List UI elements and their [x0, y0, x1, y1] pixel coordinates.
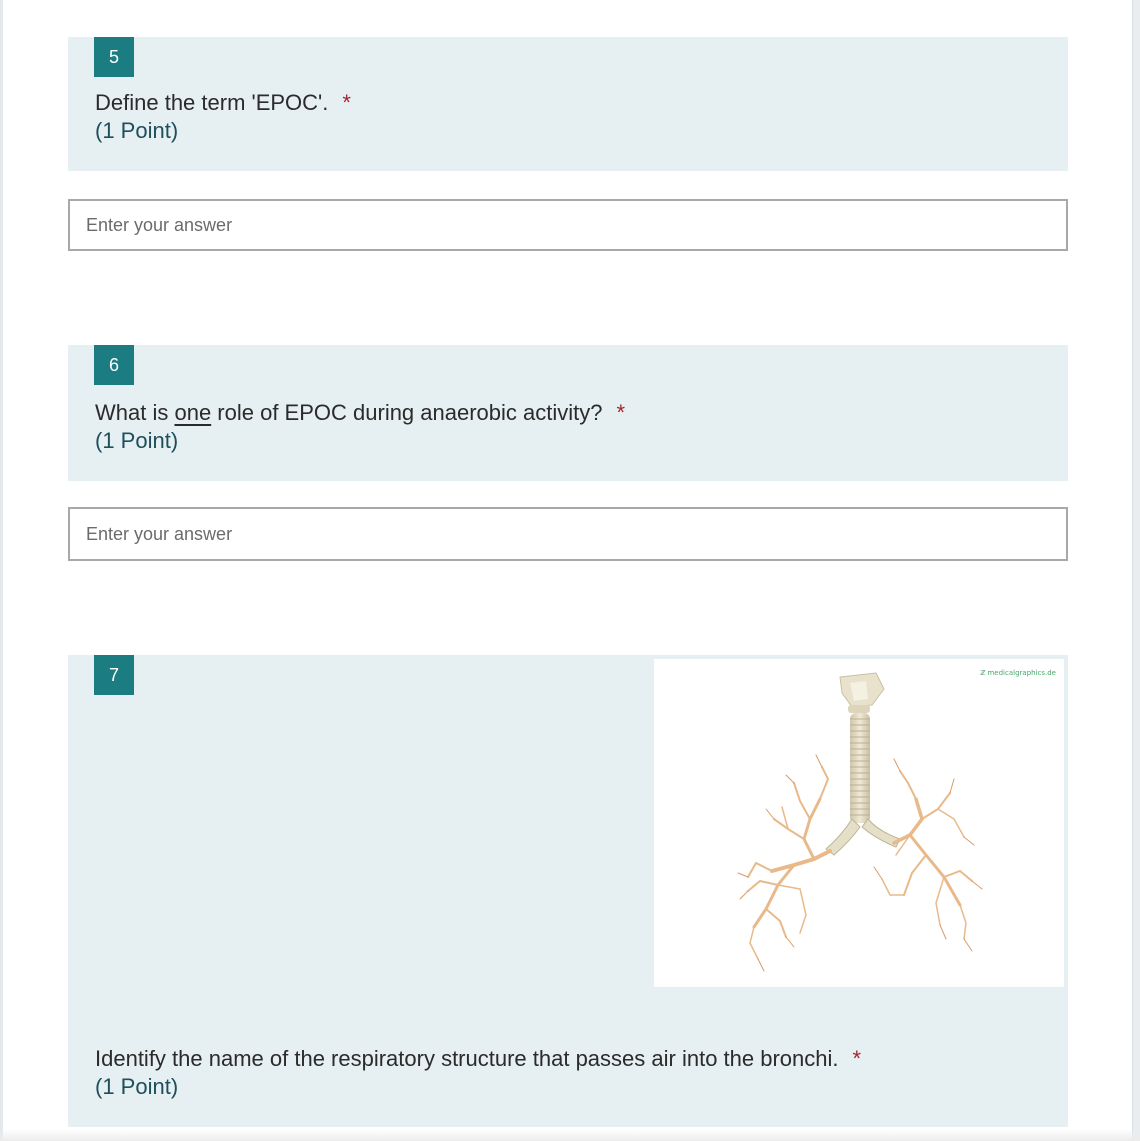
question-7-card: 7 ℤmedicalgraphics.de Identify the name …: [68, 655, 1068, 1127]
question-text: Identify the name of the respiratory str…: [95, 1046, 839, 1071]
question-number-badge: 5: [94, 37, 134, 77]
question-5-card: 5 Define the term 'EPOC'. * (1 Point): [68, 37, 1068, 171]
page-left-border: [0, 0, 3, 1141]
page-bottom-shadow: [0, 1129, 1140, 1141]
question-text-end: role of EPOC during anaerobic activity?: [211, 400, 603, 425]
question-text-emphasis: one: [174, 400, 212, 425]
required-asterisk: *: [616, 400, 626, 425]
question-5-answer-input[interactable]: [68, 199, 1068, 251]
question-6-answer-input[interactable]: [68, 507, 1068, 561]
larynx-shape: [839, 672, 885, 713]
question-text: Define the term 'EPOC'.: [95, 90, 329, 115]
question-image[interactable]: ℤmedicalgraphics.de: [654, 659, 1064, 987]
image-watermark: ℤmedicalgraphics.de: [980, 669, 1056, 677]
required-asterisk: *: [342, 90, 351, 115]
page-scrollbar[interactable]: [1132, 0, 1140, 1141]
question-number-badge: 7: [94, 655, 134, 695]
question-points: (1 Point): [95, 1074, 179, 1099]
question-title: Define the term 'EPOC'. *: [95, 89, 351, 117]
question-points: (1 Point): [95, 118, 179, 143]
question-points: (1 Point): [95, 428, 179, 453]
question-text-start: What is: [95, 400, 175, 425]
question-title: What is one role of EPOC during anaerobi…: [95, 399, 625, 427]
trachea-shape: [825, 713, 901, 856]
required-asterisk: *: [852, 1046, 862, 1071]
trachea-bronchi-illustration: [737, 672, 983, 972]
question-number-badge: 6: [94, 345, 134, 385]
question-6-card: 6 What is one role of EPOC during anaero…: [68, 345, 1068, 481]
question-title: Identify the name of the respiratory str…: [95, 1045, 861, 1073]
